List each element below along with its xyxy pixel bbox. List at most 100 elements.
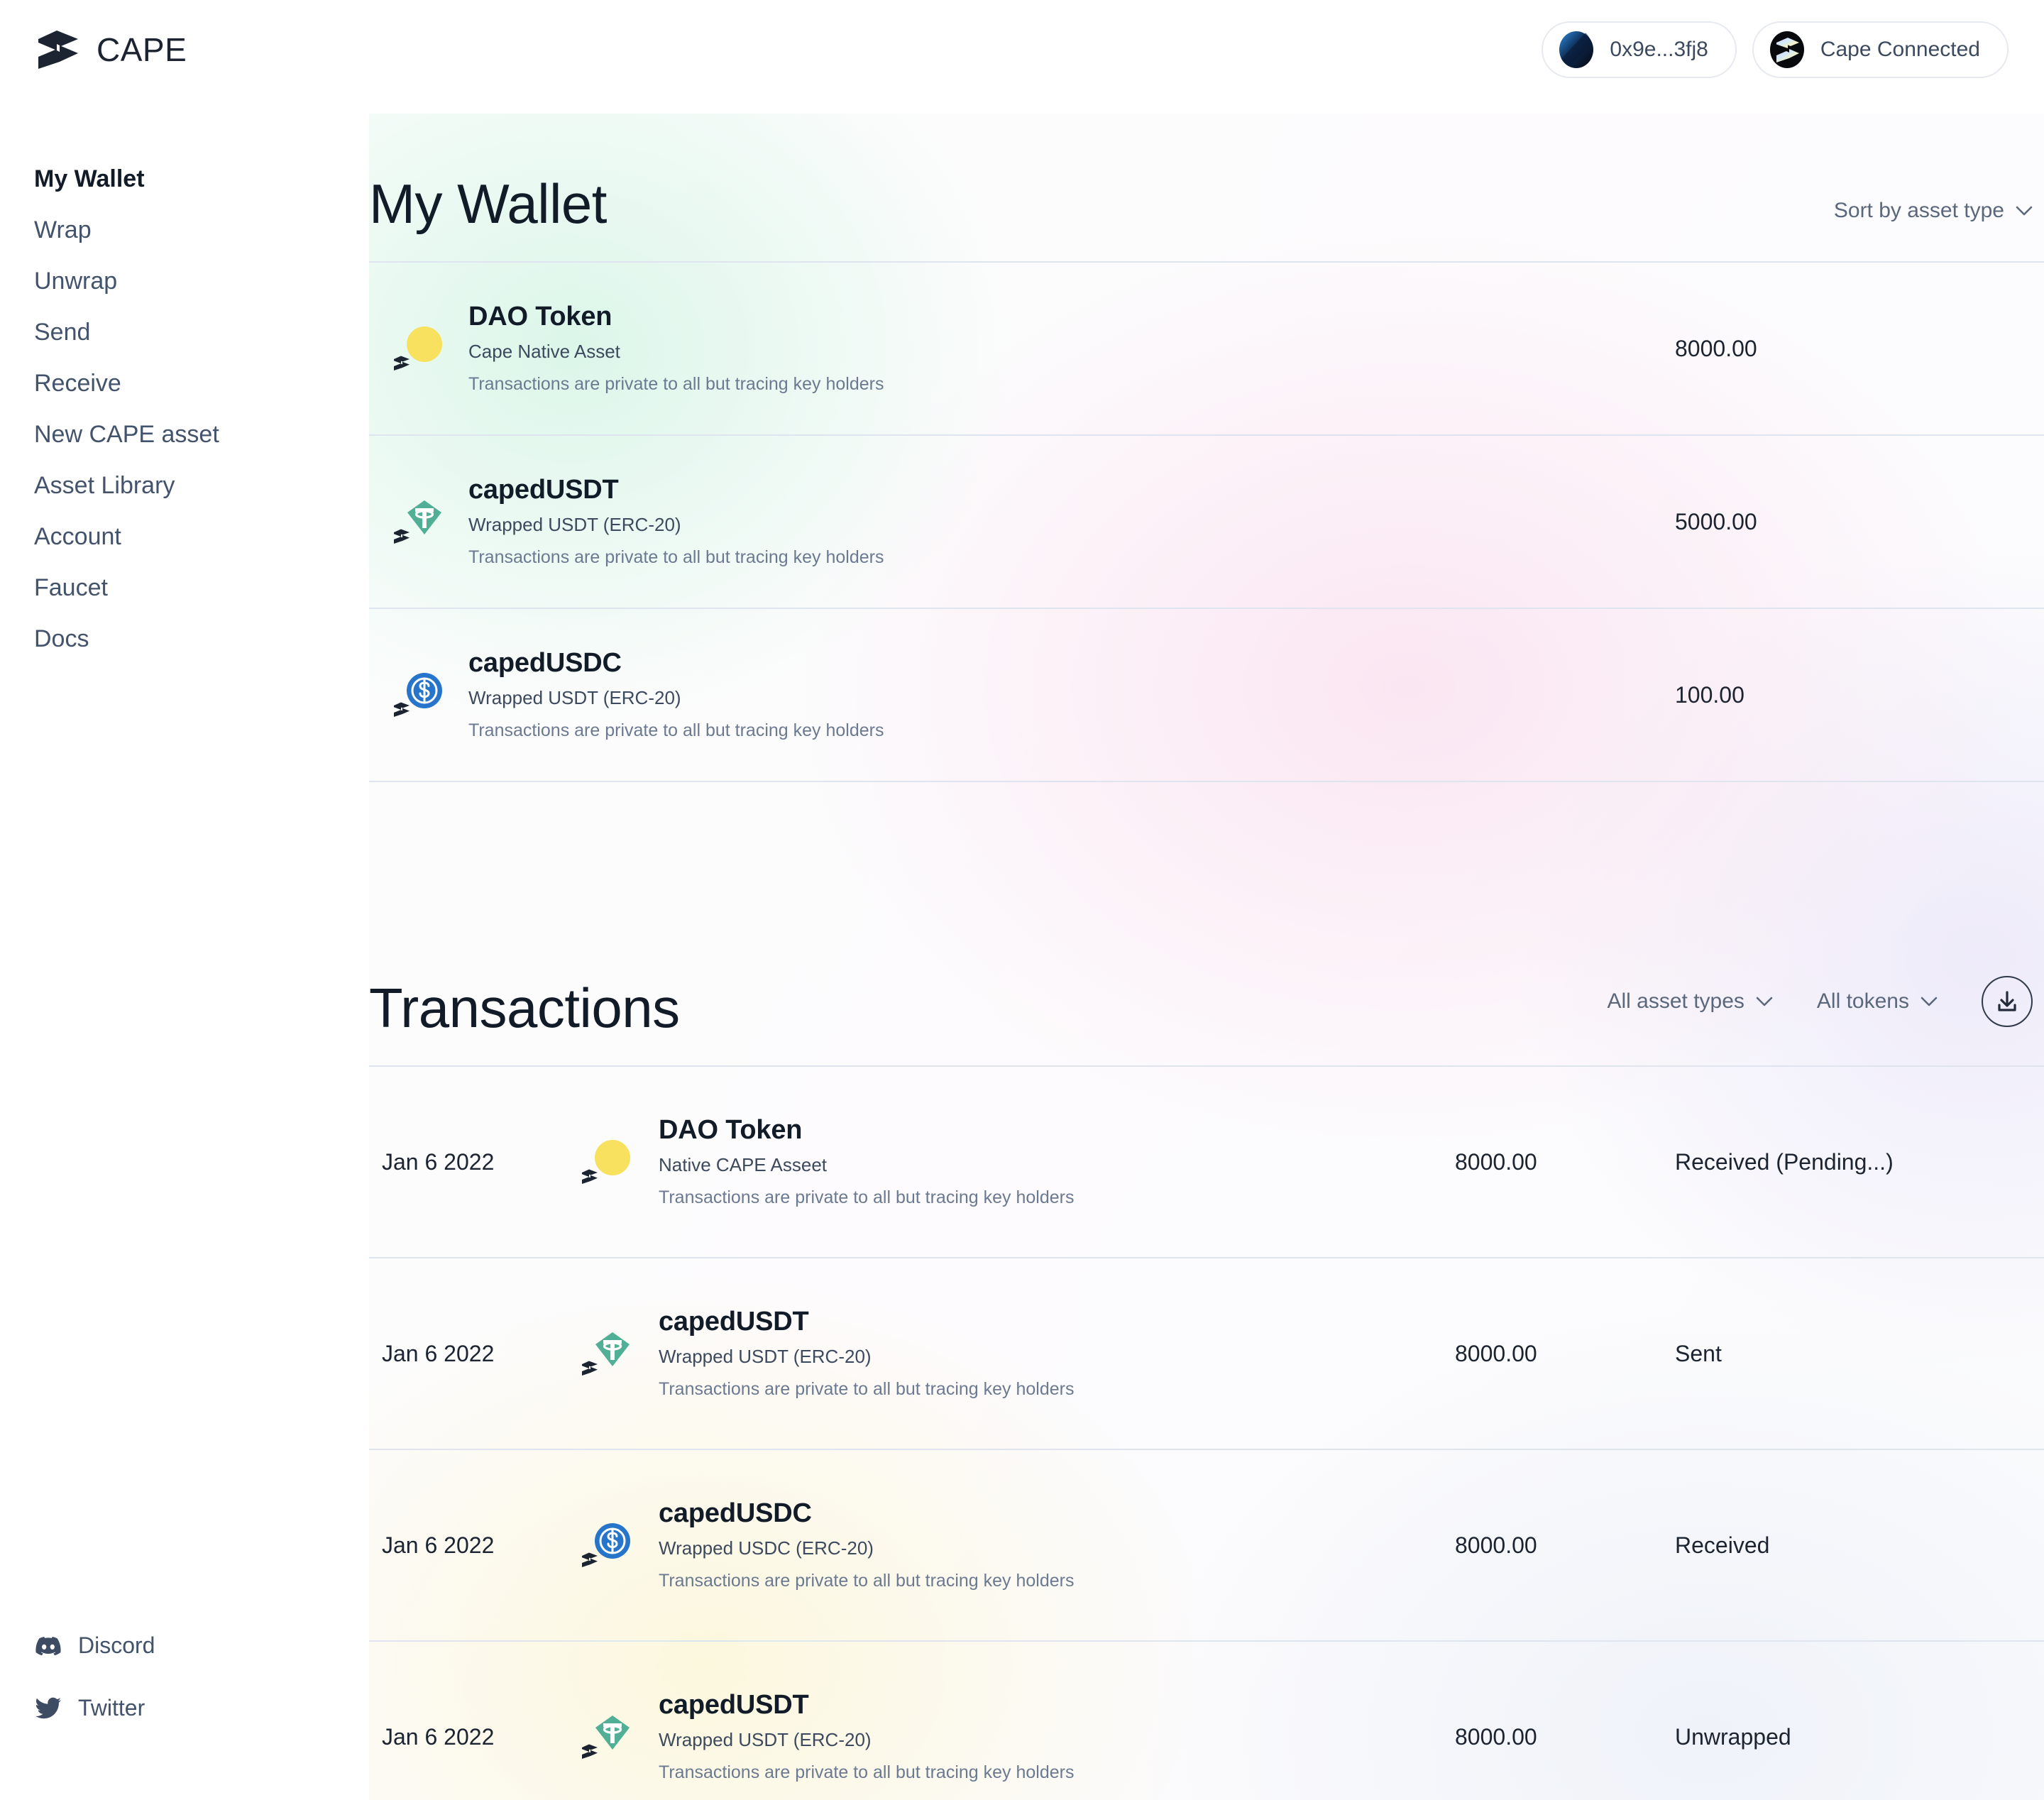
token-icon <box>394 324 444 373</box>
download-transactions-button[interactable] <box>1982 976 2033 1027</box>
all-tokens-dropdown[interactable]: All tokens <box>1817 989 1938 1014</box>
cape-badge-icon <box>582 1169 598 1184</box>
token-icon <box>582 1712 632 1762</box>
transaction-amount: 8000.00 <box>1455 1723 1537 1750</box>
transaction-amount: 8000.00 <box>1455 1148 1537 1175</box>
transactions-header-controls: All asset types All tokens <box>1608 976 2033 1036</box>
asset-privacy-note: Transactions are private to all but trac… <box>468 720 884 741</box>
usdc-icon <box>595 1523 630 1559</box>
cape-logo-icon <box>38 31 78 69</box>
cape-wallet-app: CAPE 0x9e...3fj8 Cape Connected My Walle… <box>0 0 2044 1800</box>
transaction-privacy-note: Transactions are private to all but trac… <box>659 1762 1075 1783</box>
asset-balance: 8000.00 <box>1675 335 1757 361</box>
asset-balance: 100.00 <box>1675 681 1744 708</box>
wallet-header-controls: Sort by asset type <box>1834 199 2033 231</box>
sidebar-item-receive[interactable]: Receive <box>34 371 339 395</box>
account-address: 0x9e...3fj8 <box>1610 38 1708 61</box>
transaction-privacy-note: Transactions are private to all but trac… <box>659 1571 1075 1591</box>
asset-row[interactable]: capedUSDT Wrapped USDT (ERC-20) Transactio… <box>369 436 2044 609</box>
transaction-privacy-note: Transactions are private to all but trac… <box>659 1379 1075 1400</box>
account-pill[interactable]: 0x9e...3fj8 <box>1542 21 1737 78</box>
asset-icon-cell <box>369 324 468 373</box>
sidebar-item-unwrap[interactable]: Unwrap <box>34 269 339 293</box>
asset-subtitle: Cape Native Asset <box>468 341 620 363</box>
transaction-date: Jan 6 2022 <box>382 1532 495 1558</box>
asset-subtitle: Wrapped USDT (ERC-20) <box>468 687 681 709</box>
sidebar-item-asset-library[interactable]: Asset Library <box>34 473 339 498</box>
transaction-date: Jan 6 2022 <box>382 1340 495 1366</box>
transaction-date: Jan 6 2022 <box>382 1148 495 1175</box>
cape-badge-icon <box>394 702 410 717</box>
token-icon <box>582 1329 632 1378</box>
transaction-privacy-note: Transactions are private to all but trac… <box>659 1187 1075 1208</box>
token-icon <box>394 497 444 547</box>
transactions-section: Transactions All asset types All tokens <box>369 976 2044 1800</box>
transaction-asset-name: capedUSDT <box>659 1689 809 1720</box>
sort-by-asset-type-dropdown[interactable]: Sort by asset type <box>1834 199 2033 223</box>
discord-icon <box>35 1637 61 1656</box>
transaction-status: Received <box>1675 1532 1770 1558</box>
social-link-label: Discord <box>78 1632 155 1658</box>
transaction-text: capedUSDT Wrapped USDT (ERC-20) Transactio… <box>646 1305 1455 1402</box>
transaction-text: capedUSDT Wrapped USDT (ERC-20) Transactio… <box>646 1689 1455 1785</box>
transaction-asset-subtitle: Wrapped USDT (ERC-20) <box>659 1729 872 1751</box>
sidebar-item-wrap[interactable]: Wrap <box>34 218 339 242</box>
social-link-twitter[interactable]: Twitter <box>34 1694 339 1722</box>
sidebar-item-account[interactable]: Account <box>34 525 339 549</box>
token-icon <box>582 1137 632 1187</box>
transaction-text: capedUSDC Wrapped USDC (ERC-20) Transactio… <box>646 1497 1455 1593</box>
transaction-asset-subtitle: Native CAPE Asseet <box>659 1154 827 1176</box>
transaction-row[interactable]: Jan 6 2022 capedUSDT Wrapped USDT (ERC-20)… <box>369 1258 2044 1450</box>
transaction-amount: 8000.00 <box>1455 1340 1537 1366</box>
transaction-asset-name: capedUSDC <box>659 1498 812 1528</box>
asset-text: DAO Token Cape Native Asset Transactions a… <box>468 300 1675 397</box>
connection-pill[interactable]: Cape Connected <box>1752 21 2009 78</box>
chevron-down-icon <box>1921 997 1938 1006</box>
transaction-row[interactable]: Jan 6 2022 capedUSDT Wrapped USDT (ERC-20)… <box>369 1642 2044 1800</box>
transaction-asset-name: capedUSDT <box>659 1306 809 1337</box>
sidebar-item-faucet[interactable]: Faucet <box>34 576 339 600</box>
transaction-date: Jan 6 2022 <box>382 1723 495 1750</box>
transactions-list: Jan 6 2022 DAO Token Native CAPE Asseet Tra… <box>369 1067 2044 1800</box>
brand-name: CAPE <box>97 31 187 68</box>
asset-privacy-note: Transactions are private to all but trac… <box>468 374 884 395</box>
asset-icon-cell <box>369 497 468 547</box>
transaction-row[interactable]: Jan 6 2022 capedUSDC Wrapped USDC (ERC-20)… <box>369 1450 2044 1642</box>
cape-connected-icon <box>1769 31 1804 68</box>
asset-text: capedUSDC Wrapped USDT (ERC-20) Transactio… <box>468 647 1675 743</box>
transaction-icon-cell <box>568 1329 646 1378</box>
transaction-icon-cell <box>568 1137 646 1187</box>
transaction-text: DAO Token Native CAPE Asseet Transactions … <box>646 1114 1455 1210</box>
brand[interactable]: CAPE <box>35 27 187 72</box>
chevron-down-icon <box>2016 206 2033 216</box>
transaction-row[interactable]: Jan 6 2022 DAO Token Native CAPE Asseet Tra… <box>369 1067 2044 1258</box>
sort-dropdown-label: Sort by asset type <box>1833 199 2004 222</box>
token-icon <box>582 1520 632 1570</box>
social-link-discord[interactable]: Discord <box>34 1631 339 1659</box>
sidebar-item-docs[interactable]: Docs <box>34 627 339 651</box>
social-link-label: Twitter <box>78 1694 145 1721</box>
top-bar: CAPE 0x9e...3fj8 Cape Connected <box>0 0 2044 114</box>
usdc-icon <box>407 673 442 708</box>
transaction-icon-cell <box>568 1712 646 1762</box>
sidebar-item-my-wallet[interactable]: My Wallet <box>34 167 339 191</box>
asset-row[interactable]: DAO Token Cape Native Asset Transactions a… <box>369 263 2044 436</box>
tokens-filter-label: All tokens <box>1816 989 1909 1013</box>
twitter-icon <box>35 1697 61 1719</box>
connection-status-label: Cape Connected <box>1820 38 1980 61</box>
usdt-icon <box>407 500 441 534</box>
sidebar: My Wallet Wrap Unwrap Send Receive New CAPE a… <box>0 114 369 1800</box>
sidebar-item-new-cape-asset[interactable]: New CAPE asset <box>34 422 339 446</box>
download-icon <box>1998 991 2016 1011</box>
sidebar-item-send[interactable]: Send <box>34 320 339 344</box>
all-asset-types-dropdown[interactable]: All asset types <box>1608 989 1773 1014</box>
dao-token-icon <box>407 326 442 362</box>
transaction-asset-subtitle: Wrapped USDT (ERC-20) <box>659 1346 872 1368</box>
transactions-section-header: Transactions All asset types All tokens <box>369 976 2044 1036</box>
asset-list: DAO Token Cape Native Asset Transactions a… <box>369 263 2044 782</box>
cape-badge-icon <box>582 1744 598 1759</box>
wallet-section: My Wallet Sort by asset type DAO Token Ca… <box>369 176 2044 782</box>
asset-row[interactable]: capedUSDC Wrapped USDT (ERC-20) Transactio… <box>369 609 2044 782</box>
asset-subtitle: Wrapped USDT (ERC-20) <box>468 514 681 536</box>
main-content: My Wallet Sort by asset type DAO Token Ca… <box>369 114 2044 1800</box>
